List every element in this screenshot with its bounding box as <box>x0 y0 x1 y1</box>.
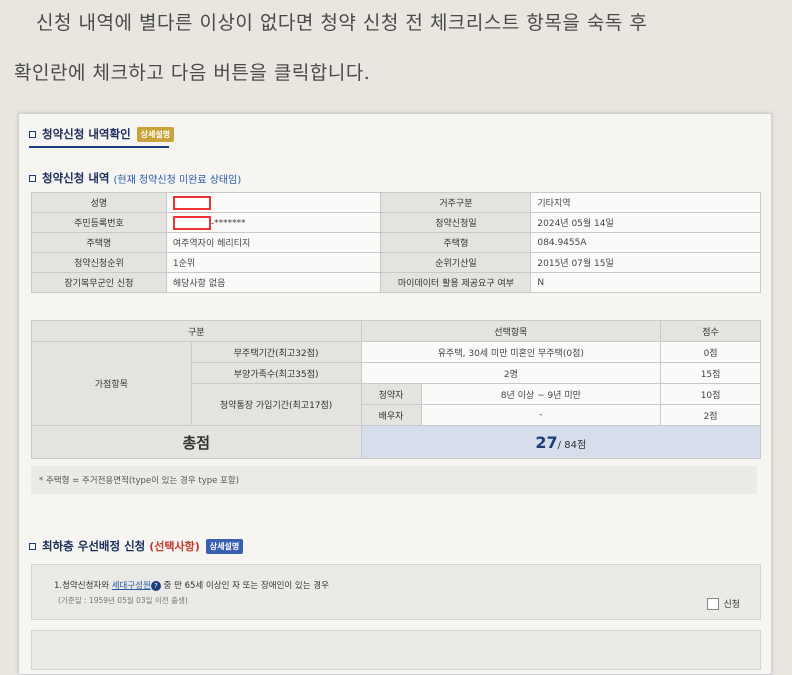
value-rank-date: 2015년 07월 15일 <box>530 252 761 273</box>
guide-line-2: 확인란에 체크하고 다음 버튼을 클릭합니다. <box>14 62 371 84</box>
label-name: 성명 <box>31 192 167 213</box>
priority-box: 1.청약신청자와 세대구성원? 중 만 65세 이상인 자 또는 장애인이 있는… <box>31 564 761 620</box>
header-selection: 선택항목 <box>360 320 662 342</box>
score-item: 부양가족수(최고35점) <box>190 362 362 384</box>
value-apply-date: 2024년 05월 14일 <box>530 212 761 233</box>
label-housing-type: 주택형 <box>380 232 532 253</box>
footnote: * 주택형 = 주거전용면적(type이 있는 경우 type 포함) <box>31 466 757 494</box>
score-group-label: 가점항목 <box>31 341 192 426</box>
score-subitem: 배우자 <box>360 404 422 426</box>
section-detail-subtitle: (현재 청약신청 미완료 상태임) <box>113 174 242 186</box>
section-priority-title: 최하층 우선배정 신청 (선택사항) 상세설명 <box>29 538 244 554</box>
detail-button[interactable]: 상세설명 <box>136 126 175 142</box>
section-confirm-label: 청약신청 내역확인 <box>42 127 131 141</box>
detail-button[interactable]: 상세설명 <box>205 538 244 554</box>
priority-apply-checkbox[interactable]: 신청 <box>707 597 740 610</box>
total-value: 27/ 84점 <box>360 425 762 459</box>
label-rank-date: 순위기산일 <box>380 252 532 273</box>
section-priority-label: 최하층 우선배정 신청 <box>42 539 146 553</box>
label-residence: 거주구분 <box>380 192 532 213</box>
square-bullet-icon <box>29 174 36 182</box>
header-points: 점수 <box>660 320 761 342</box>
section-detail-title: 청약신청 내역 (현재 청약신청 미완료 상태임) <box>29 170 241 186</box>
guide-line-1: 신청 내역에 별다른 이상이 없다면 청약 신청 전 체크리스트 항목을 숙독 … <box>36 12 648 34</box>
total-label: 총점 <box>31 425 362 459</box>
value-residence: 기타지역 <box>530 192 761 213</box>
question-icon[interactable]: ? <box>150 580 161 591</box>
redacted-box <box>172 215 211 230</box>
value-mydata: N <box>530 272 761 293</box>
priority-criteria: (기준일 : 1959년 05월 03일 이전 출생) <box>58 596 188 605</box>
score-selection: 유주택, 30세 미만 미혼인 무주택(0점) <box>360 341 662 363</box>
value-housing-type: 084.9455A <box>530 232 761 253</box>
score-points: 15점 <box>660 362 761 384</box>
label-resident-number: 주민등록번호 <box>31 212 167 233</box>
label-rank: 청약신청순위 <box>31 252 167 273</box>
score-selection: 8년 이상 ~ 9년 미만 <box>420 383 662 405</box>
value-housing-name: 여주역자이 헤리티지 <box>165 232 382 253</box>
checkbox-label: 신청 <box>723 600 740 610</box>
guide-text: 신청 내역에 별다른 이상이 없다면 청약 신청 전 체크리스트 항목을 숙독 … <box>0 0 792 110</box>
score-table: 구분 선택항목 점수 가점항목 무주택기간(최고32점) 유주택, 30세 미만… <box>31 320 762 459</box>
score-item: 무주택기간(최고32점) <box>190 341 362 363</box>
detail-table: 성명 거주구분 기타지역 주민등록번호 -******* 청약신청일 2024년… <box>31 192 761 293</box>
value-rank: 1순위 <box>165 252 382 273</box>
label-military: 장기복무군인 신청 <box>31 272 167 293</box>
score-subitem: 청약자 <box>360 383 422 405</box>
value-military: 해당사항 없음 <box>165 272 382 293</box>
section-confirm-title: 청약신청 내역확인 상세설명 <box>29 126 175 142</box>
score-points: 2점 <box>660 404 761 426</box>
header-category: 구분 <box>31 320 362 342</box>
checkbox-icon[interactable] <box>707 597 720 610</box>
score-selection: - <box>420 404 662 426</box>
square-bullet-icon <box>29 542 36 550</box>
priority-box-next <box>31 630 761 670</box>
label-housing-name: 주택명 <box>31 232 167 253</box>
value-resident-number: -******* <box>165 212 382 233</box>
label-apply-date: 청약신청일 <box>380 212 532 233</box>
redacted-box <box>172 195 211 210</box>
score-selection: 2명 <box>360 362 662 384</box>
score-points: 0점 <box>660 341 761 363</box>
household-member-link[interactable]: 세대구성원 <box>112 581 151 591</box>
application-page: 청약신청 내역확인 상세설명 청약신청 내역 (현재 청약신청 미완료 상태임)… <box>18 113 772 675</box>
section-detail-label: 청약신청 내역 <box>42 171 110 185</box>
value-name <box>165 192 382 213</box>
priority-condition: 1.청약신청자와 세대구성원? 중 만 65세 이상인 자 또는 장애인이 있는… <box>54 580 329 591</box>
score-points: 10점 <box>660 383 761 405</box>
section-underline <box>29 146 169 148</box>
section-priority-subtitle: (선택사항) <box>149 540 200 553</box>
label-mydata: 마이데이터 활용 제공요구 여부 <box>380 272 532 293</box>
score-item: 청약통장 가입기간(최고17점) <box>190 383 362 426</box>
square-bullet-icon <box>29 130 36 138</box>
